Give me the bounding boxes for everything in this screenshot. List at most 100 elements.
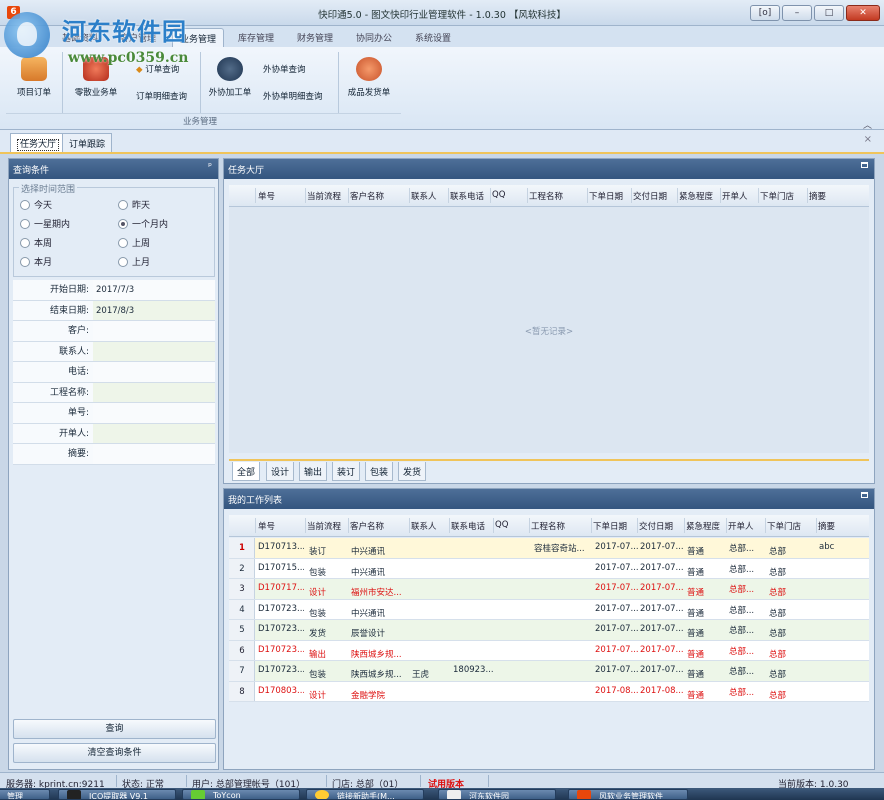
store-cell: 总部	[769, 649, 787, 660]
taskbar-item[interactable]: ICO提取器 V9.1	[58, 789, 176, 800]
table-row[interactable]: 5 D170723... 发货 辰誉设计 2017-07... 2017-07... 普通总…	[229, 620, 869, 641]
col-creator[interactable]: 开单人	[728, 520, 754, 532]
col-customer[interactable]: 客户名称	[350, 520, 384, 532]
taskbar-item[interactable]: 链接新助手(M...	[306, 789, 424, 800]
col-customer[interactable]: 客户名称	[350, 190, 384, 202]
task-hall-grid-body[interactable]: <暂无记录>	[229, 207, 869, 453]
pin-icon[interactable]: ᵖ	[208, 162, 212, 172]
project-order-button[interactable]: 项目订单	[10, 57, 58, 98]
tab-settings[interactable]: 系统设置	[415, 31, 451, 44]
table-row[interactable]: 3 D170717... 设计 福州市安达... 2017-07... 2017-07..…	[229, 579, 869, 600]
radio-yesterday[interactable]: 昨天	[118, 198, 150, 211]
table-row[interactable]: 7 D170723... 包装 陕西城乡规... 王虎 180923... 2017-07.…	[229, 661, 869, 682]
filter-design[interactable]: 设计	[266, 462, 295, 481]
radio-this-month[interactable]: 本月	[20, 255, 52, 268]
project-input[interactable]	[93, 382, 215, 402]
watermark-logo	[4, 12, 50, 58]
col-project[interactable]: 工程名称	[531, 520, 565, 532]
col-urgency[interactable]: 紧急程度	[679, 190, 713, 202]
field-phone: 电话:	[13, 362, 215, 383]
col-project[interactable]: 工程名称	[529, 190, 563, 202]
col-creator[interactable]: 开单人	[722, 190, 748, 202]
tab-order-tracking[interactable]: 订单跟踪	[62, 133, 113, 152]
tab-collaboration[interactable]: 协同办公	[356, 31, 392, 44]
table-row[interactable]: 4 D170723... 包装 中兴通讯 2017-07... 2017-07... 普通总…	[229, 599, 869, 620]
tab-finance[interactable]: 财务管理	[297, 31, 333, 44]
col-order-date[interactable]: 下单日期	[589, 190, 623, 202]
filter-output[interactable]: 输出	[299, 462, 328, 481]
col-store[interactable]: 下单门店	[767, 520, 801, 532]
maximize-panel-icon[interactable]	[861, 162, 868, 168]
taskbar-item[interactable]: 风软业务管理软件	[568, 789, 688, 800]
close-button[interactable]: ✕	[846, 5, 880, 21]
creator-input[interactable]	[93, 423, 215, 443]
radio-this-week[interactable]: 本周	[20, 236, 52, 249]
filter-all[interactable]: 全部	[232, 462, 261, 481]
col-delivery-date[interactable]: 交付日期	[633, 190, 667, 202]
table-row[interactable]: 2 D170715... 包装 中兴通讯 2017-07... 2017-07... 普通总…	[229, 558, 869, 579]
restore-layout-button[interactable]: [o]	[750, 5, 780, 21]
end-date-input[interactable]: 2017/8/3	[93, 300, 215, 320]
close-tab-icon[interactable]: ×	[864, 134, 872, 145]
table-row[interactable]: 8 D170803... 设计 金融学院 2017-08... 2017-08... 普通总…	[229, 681, 869, 702]
phone-input[interactable]	[93, 362, 215, 382]
col-delivery-date[interactable]: 交付日期	[639, 520, 673, 532]
outsource-detail-query-button[interactable]: 外协单明细查询	[263, 90, 323, 102]
col-order-no[interactable]: 单号	[258, 520, 275, 532]
customer-input[interactable]	[93, 321, 215, 341]
contact-input[interactable]	[93, 341, 215, 361]
radio-last-week[interactable]: 上周	[118, 236, 150, 249]
col-qq[interactable]: QQ	[495, 520, 508, 530]
finished-shipping-button[interactable]: 成品发货单	[343, 57, 395, 98]
radio-week[interactable]: 一星期内	[20, 217, 70, 230]
flow-cell: 包装	[309, 608, 327, 619]
clear-query-button[interactable]: 清空查询条件	[13, 743, 216, 763]
col-store[interactable]: 下单门店	[760, 190, 794, 202]
row-number: 5	[239, 625, 245, 635]
tab-task-hall[interactable]: 任务大厅	[10, 133, 67, 152]
col-phone[interactable]: 联系电话	[450, 190, 484, 202]
col-memo[interactable]: 摘要	[809, 190, 826, 202]
radio-month[interactable]: 一个月内	[118, 217, 168, 230]
customer-cell: 金融学院	[351, 690, 386, 701]
col-qq[interactable]: QQ	[492, 190, 505, 200]
col-flow[interactable]: 当前流程	[307, 190, 341, 202]
filter-packing[interactable]: 包装	[365, 462, 394, 481]
col-flow[interactable]: 当前流程	[307, 520, 341, 532]
tab-inventory[interactable]: 库存管理	[238, 31, 274, 44]
col-memo[interactable]: 摘要	[818, 520, 835, 532]
work-list-grid-body: 1 D170713... 装订 中兴通讯 容桂容奇站... 2017-07... 2017-…	[229, 538, 869, 702]
urgency-cell: 普通	[687, 649, 705, 660]
outsource-query-button[interactable]: 外协单查询	[263, 63, 306, 75]
maximize-button[interactable]: □	[814, 5, 844, 21]
col-contact[interactable]: 联系人	[411, 190, 437, 202]
col-order-no[interactable]: 单号	[258, 190, 275, 202]
row-number: 4	[239, 604, 245, 615]
field-memo: 摘要:	[13, 444, 215, 465]
radio-today[interactable]: 今天	[20, 198, 52, 211]
order-no-input[interactable]	[93, 403, 215, 423]
query-button[interactable]: 查询	[13, 719, 216, 739]
maximize-panel-icon[interactable]	[861, 492, 868, 498]
order-detail-query-button[interactable]: 订单明细查询	[136, 90, 187, 102]
urgency-cell: 普通	[687, 547, 705, 557]
col-urgency[interactable]: 紧急程度	[686, 520, 720, 532]
table-row[interactable]: 6 D170723... 输出 陕西城乡规... 2017-07... 2017-07..…	[229, 640, 869, 661]
table-row[interactable]: 1 D170713... 装订 中兴通讯 容桂容奇站... 2017-07... 2017-…	[229, 538, 869, 559]
col-contact[interactable]: 联系人	[411, 520, 437, 532]
creator-cell: 总部...	[729, 687, 755, 698]
memo-input[interactable]	[93, 444, 215, 464]
col-order-date[interactable]: 下单日期	[593, 520, 627, 532]
filter-shipping[interactable]: 发货	[398, 462, 427, 481]
filter-binding[interactable]: 装订	[332, 462, 361, 481]
radio-last-month[interactable]: 上月	[118, 255, 150, 268]
urgency-cell: 普通	[687, 567, 705, 578]
taskbar-item[interactable]: 管理	[0, 789, 50, 800]
contact-cell: 王虎	[412, 670, 430, 680]
taskbar-item[interactable]: ToYcon	[182, 789, 300, 800]
outsource-order-button[interactable]: 外协加工单	[205, 57, 255, 98]
taskbar-item[interactable]: 河东软件园	[438, 789, 556, 800]
start-date-input[interactable]: 2017/7/3	[93, 280, 215, 300]
col-phone[interactable]: 联系电话	[451, 520, 485, 532]
minimize-button[interactable]: –	[782, 5, 812, 21]
